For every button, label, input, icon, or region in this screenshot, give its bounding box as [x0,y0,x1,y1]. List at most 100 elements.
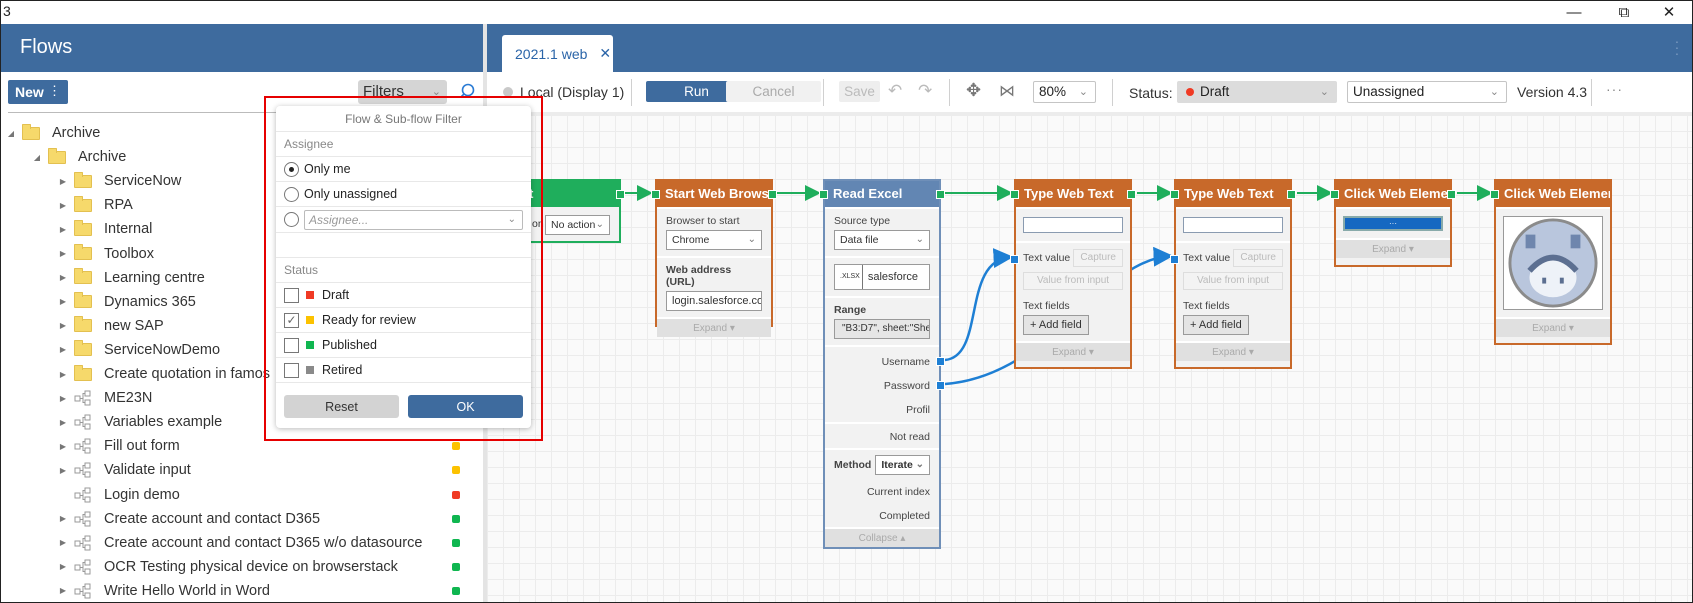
add-field-button[interactable]: + Add field [1183,315,1249,335]
expand-arrow-icon[interactable]: ▶ [58,249,68,258]
output-port[interactable] [1447,190,1456,199]
collapse-button[interactable]: Collapse ▴ [825,527,939,547]
tree-flow[interactable]: Login demo [58,483,180,507]
header-menu-icon[interactable]: · · · [1674,34,1680,60]
tree-folder[interactable]: ▶ ServiceNow [58,169,181,193]
expand-button[interactable]: Expand ▾ [657,317,771,337]
radio-button[interactable] [284,161,299,177]
tree-flow[interactable]: ▶ Create account and contact D365 w/o dat… [58,531,422,555]
checkbox[interactable] [284,337,299,353]
tree-folder[interactable]: ▶ ServiceNowDemo [58,338,220,362]
expand-arrow-icon[interactable]: ▶ [58,538,68,547]
browser-select[interactable]: Chrome ⌄ [666,230,762,250]
assignee-input[interactable]: Assignee... ⌄ [304,209,523,230]
expand-arrow-icon[interactable]: ▶ [58,394,68,403]
tree-flow[interactable]: ▶ Variables example [58,410,222,434]
expand-button[interactable]: Expand ▾ [1336,238,1450,258]
expand-arrow-icon[interactable]: ▶ [58,201,68,210]
output-port[interactable] [616,190,625,199]
click-web-element-node-1[interactable]: Click Web Element ··· Expand ▾ [1330,179,1456,267]
input-port[interactable] [1010,190,1019,199]
tree-folder[interactable]: ▶ RPA [58,193,133,217]
checkbox[interactable] [284,362,299,378]
click-web-element-node-2[interactable]: Click Web Element Expand ▾ [1490,179,1612,345]
ok-button[interactable]: OK [408,395,523,418]
input-port[interactable] [1330,190,1339,199]
collapse-arrow-icon[interactable]: ◢ [32,153,42,162]
range-input[interactable]: "B3:D7", sheet:"Sheet1 [834,319,930,339]
element-screenshot-input[interactable] [1023,217,1123,233]
output-port[interactable] [768,190,777,199]
redo-icon[interactable]: ↷ [918,81,932,101]
status-filter-published[interactable]: Published [276,333,531,358]
input-port[interactable] [819,190,828,199]
value-from-input-button[interactable]: Value from input [1183,272,1283,290]
radio-button[interactable] [284,212,299,227]
expand-arrow-icon[interactable]: ▶ [58,514,68,523]
tree-folder[interactable]: ▶ Internal [58,217,152,241]
output-port[interactable] [1127,190,1136,199]
output-port[interactable] [936,381,945,390]
expand-arrow-icon[interactable]: ▶ [58,345,68,354]
undo-icon[interactable]: ↶ [888,81,902,101]
expand-arrow-icon[interactable]: ▶ [58,370,68,379]
fit-to-screen-icon[interactable]: ⋈ [999,81,1015,101]
output-port[interactable] [936,190,945,199]
tree-flow[interactable]: ▶ Create account and contact D365 [58,507,320,531]
source-type-select[interactable]: Data file ⌄ [834,230,930,250]
expand-button[interactable]: Expand ▾ [1496,317,1610,337]
tab-2021-1-web[interactable]: 2021.1 web ✕ [502,35,613,72]
start-web-browser-node[interactable]: Start Web Browser Browser to start Chrom… [651,179,777,337]
assignee-option-specific[interactable]: Assignee... ⌄ [276,207,531,233]
minimize-button[interactable]: — [1554,1,1594,23]
zoom-dropdown[interactable]: 80% ⌄ [1033,81,1096,103]
radio-button[interactable] [284,186,299,202]
tree-flow[interactable]: ▶ ME23N [58,386,152,410]
expand-arrow-icon[interactable]: ▶ [58,273,68,282]
input-port[interactable] [1010,255,1019,264]
checkbox[interactable] [284,287,299,303]
filters-dropdown[interactable]: Filters ⌄ [358,80,447,104]
assignee-option-only-me[interactable]: Only me [276,157,531,182]
checkbox[interactable]: ✓ [284,312,299,328]
expand-arrow-icon[interactable]: ▶ [58,225,68,234]
value-from-input-button[interactable]: Value from input [1023,272,1123,290]
cancel-button[interactable]: Cancel [726,81,821,102]
tree-flow[interactable]: ▶ OCR Testing physical device on browsers… [58,555,398,579]
more-options-icon[interactable]: ··· [1606,81,1623,97]
output-port[interactable] [1287,190,1296,199]
expand-button[interactable]: Expand ▾ [1176,341,1290,361]
type-web-text-node-1[interactable]: Type Web Text Text value Capture Value from… [1010,179,1136,369]
search-icon[interactable] [459,83,475,99]
input-port[interactable] [1170,255,1179,264]
add-field-button[interactable]: + Add field [1023,315,1089,335]
close-tab-icon[interactable]: ✕ [599,45,611,62]
tree-folder[interactable]: ▶ Learning centre [58,266,205,290]
type-web-text-node-2[interactable]: Type Web Text Text value Capture Value from… [1170,179,1296,369]
tree-folder[interactable]: ◢ Archive [6,121,100,145]
new-menu-icon[interactable]: ⋮ [48,83,61,99]
expand-arrow-icon[interactable]: ▶ [58,466,68,475]
tree-flow[interactable]: ▶ Validate input [58,458,191,482]
tree-folder[interactable]: ▶ Toolbox [58,242,154,266]
tree-folder[interactable]: ▶ Create quotation in famos [58,362,270,386]
expand-arrow-icon[interactable]: ▶ [58,321,68,330]
input-port[interactable] [1170,190,1179,199]
expand-button[interactable]: Expand ▾ [1016,341,1130,361]
status-filter-retired[interactable]: Retired [276,358,531,383]
input-port[interactable] [1490,190,1499,199]
excel-file-picker[interactable]: .XLSX salesforce [834,264,930,290]
read-excel-node[interactable]: Read Excel Source type Data file ⌄ .XLSX … [819,179,945,549]
pan-icon[interactable]: ✥ [966,80,981,101]
start-action-select[interactable]: No action ⌄ [545,215,610,235]
tree-flow[interactable]: ▶ Write Hello World in Word [58,579,270,602]
assignee-option-only-unassigned[interactable]: Only unassigned [276,182,531,207]
tree-folder[interactable]: ▶ Dynamics 365 [58,290,196,314]
tree-folder[interactable]: ◢ Archive [32,145,126,169]
expand-arrow-icon[interactable]: ▶ [58,562,68,571]
capture-button[interactable]: Capture [1073,249,1123,267]
expand-arrow-icon[interactable]: ▶ [58,442,68,451]
expand-arrow-icon[interactable]: ▶ [58,586,68,595]
status-filter-draft[interactable]: Draft [276,283,531,308]
collapse-arrow-icon[interactable]: ◢ [6,129,16,138]
